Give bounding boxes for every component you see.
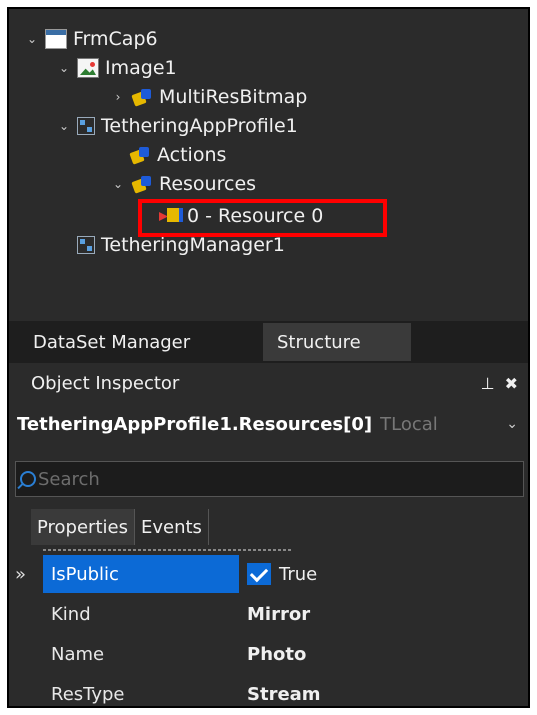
tree-node-label: Image1 (105, 57, 177, 79)
tree-node-image1[interactable]: ⌄ Image1 (55, 54, 177, 82)
tree-node-actions[interactable]: Actions (125, 141, 226, 169)
property-value[interactable]: Mirror (247, 595, 310, 633)
tree-node-multiresbitmap[interactable]: › MultiResBitmap (109, 83, 308, 111)
chevron-down-icon[interactable]: ⌄ (55, 59, 73, 77)
tree-node-tetheringappprofile1[interactable]: ⌄ TetheringAppProfile1 (55, 112, 298, 140)
property-name: IsPublic (43, 555, 239, 593)
object-selector[interactable]: TetheringAppProfile1.Resources[0] TLocal… (9, 405, 528, 443)
structure-tree: ⌄ FrmCap6 ⌄ Image1 › MultiResBitmap ⌄ Te… (9, 9, 528, 321)
tree-node-label: TetheringAppProfile1 (101, 115, 298, 137)
property-name: ResType (51, 683, 125, 705)
inspector-tabs: Properties Events (31, 509, 209, 545)
tree-node-tetheringmanager1[interactable]: TetheringManager1 (73, 231, 285, 259)
tree-node-label: FrmCap6 (73, 28, 158, 50)
selected-object-type: TLocal (380, 413, 438, 435)
tree-node-label: Resources (159, 173, 257, 195)
header-icons: ⊥ ✖ (481, 374, 518, 393)
property-name: Kind (51, 603, 91, 625)
search-input[interactable]: Search (15, 461, 524, 497)
property-value-text: True (279, 563, 318, 585)
tree-node-resources[interactable]: ⌄ Resources (109, 170, 256, 198)
tab-structure[interactable]: Structure (263, 323, 411, 361)
selected-object-name: TetheringAppProfile1.Resources[0] (17, 413, 373, 435)
chevron-down-icon[interactable]: ⌄ (55, 117, 73, 135)
component-icon (129, 145, 151, 165)
property-row-ispublic[interactable]: » IsPublic True (9, 555, 528, 593)
tree-node-label: MultiResBitmap (159, 86, 308, 108)
current-row-marker-icon: » (15, 563, 27, 585)
tree-node-label: TetheringManager1 (101, 234, 285, 256)
property-value[interactable]: Stream (247, 675, 321, 706)
panel-tabs: DataSet Manager Structure (9, 321, 528, 363)
property-row-kind[interactable]: Kind Mirror (9, 595, 528, 633)
pin-icon[interactable]: ⊥ (481, 374, 495, 393)
divider (43, 549, 293, 551)
property-row-name[interactable]: Name Photo (9, 635, 528, 673)
tethering-icon (77, 117, 95, 135)
form-icon (45, 29, 67, 49)
tethering-icon (77, 236, 95, 254)
close-icon[interactable]: ✖ (505, 374, 518, 393)
checkbox-checked-icon[interactable] (247, 563, 271, 585)
tab-properties[interactable]: Properties (31, 509, 135, 545)
property-value[interactable]: True (247, 555, 317, 593)
component-icon (131, 87, 153, 107)
tree-node-label: Actions (157, 144, 227, 166)
object-inspector-header: Object Inspector ⊥ ✖ (9, 365, 528, 401)
object-inspector-title: Object Inspector (31, 372, 180, 394)
tab-events[interactable]: Events (135, 509, 209, 545)
chevron-down-icon[interactable]: ⌄ (23, 30, 41, 48)
component-icon (131, 174, 153, 194)
chevron-right-icon[interactable]: › (109, 88, 127, 106)
tree-node-frmcap6[interactable]: ⌄ FrmCap6 (23, 25, 158, 53)
ide-panel: ⌄ FrmCap6 ⌄ Image1 › MultiResBitmap ⌄ Te… (7, 7, 530, 708)
chevron-down-icon[interactable]: ⌄ (109, 175, 127, 193)
property-value[interactable]: Photo (247, 635, 306, 673)
tab-dataset-manager[interactable]: DataSet Manager (19, 323, 255, 361)
search-icon (20, 471, 36, 487)
property-name: Name (51, 643, 105, 665)
property-row-restype[interactable]: ResType Stream (9, 675, 528, 706)
image-icon (77, 58, 99, 78)
search-placeholder: Search (38, 468, 100, 490)
chevron-down-icon[interactable]: ⌄ (506, 416, 518, 432)
